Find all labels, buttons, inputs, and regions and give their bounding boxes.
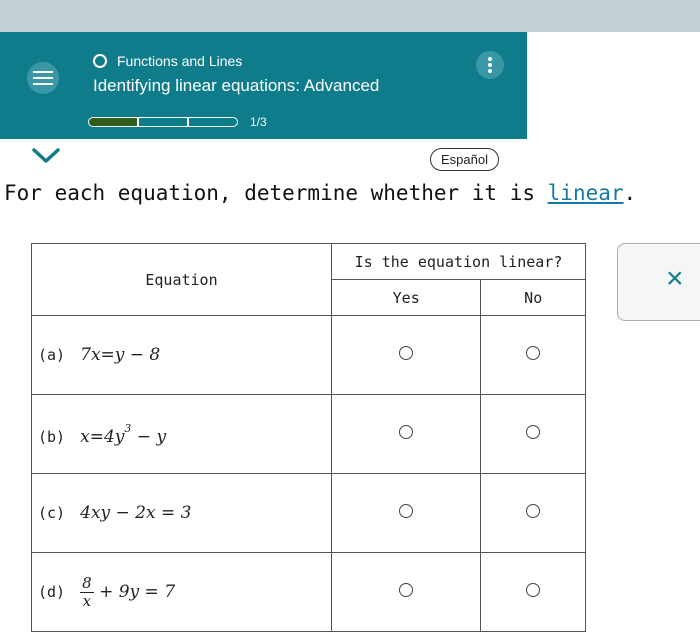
progress-bar: 1/3 [88,115,267,129]
circle-icon [93,54,107,68]
progress-segment-1 [88,117,138,127]
question-text: For each equation, determine whether it … [4,181,636,205]
linear-link[interactable]: linear [548,181,624,205]
radio-no[interactable] [526,583,541,597]
topic-row: Functions and Lines [93,53,242,69]
radio-no[interactable] [526,504,541,518]
progress-segment-3 [188,117,238,127]
radio-no[interactable] [526,346,541,360]
eq-coef: 4y [103,426,125,447]
row-b-no [480,394,586,474]
question-suffix: . [623,181,637,205]
progress-text: 1/3 [250,115,267,129]
row-label: (a) [38,346,66,364]
fraction-numerator: 8 [80,573,94,593]
eq-lhs: 7x [80,345,101,365]
eq-rest: − y [131,426,167,447]
top-strip [0,0,700,32]
radio-yes[interactable] [399,504,414,518]
radio-yes[interactable] [399,346,414,360]
equation: x=4y3 − y [80,421,167,447]
topic-label: Functions and Lines [117,53,243,69]
hamburger-icon[interactable] [27,62,59,94]
header-bar: Functions and Lines Identifying linear e… [0,32,527,139]
table-row: (b) x=4y3 − y [31,394,586,474]
yes-header: Yes [330,279,482,316]
close-icon: × [666,262,684,295]
close-button[interactable]: × [617,243,700,321]
row-b-yes [330,394,482,474]
row-b-equation: (b) x=4y3 − y [31,394,332,474]
row-d-no [480,552,586,632]
no-header: No [480,279,586,316]
row-c-yes [330,473,482,553]
progress-segment-2 [138,117,188,127]
eq-lhs: x [80,426,90,447]
equation-header: Equation [31,243,332,316]
equation: 8x + 9y = 7 [80,574,176,609]
eq-rhs: y − 8 [114,345,161,365]
eq-rest: + 9y = 7 [99,581,176,602]
radio-no[interactable] [526,425,541,439]
row-d-equation: (d) 8x + 9y = 7 [31,552,332,632]
table-row: (a) 7x=y − 8 [31,315,586,395]
fraction-denominator: x [82,591,92,610]
row-label: (c) [38,504,66,522]
equation: 7x=y − 8 [80,345,161,365]
row-c-no [480,473,586,553]
row-label: (d) [38,582,66,601]
row-a-equation: (a) 7x=y − 8 [31,315,332,395]
equation-table: Equation Is the equation linear? Yes No … [31,243,586,632]
page-title: Identifying linear equations: Advanced [93,76,380,95]
row-label: (b) [38,427,66,446]
row-c-equation: (c) 4xy − 2x = 3 [31,473,332,553]
table-row: (d) 8x + 9y = 7 [31,552,586,632]
chevron-down-icon[interactable] [28,145,64,167]
row-a-yes [330,315,482,395]
radio-yes[interactable] [399,583,414,597]
linear-header: Is the equation linear? [331,243,586,280]
kebab-icon[interactable] [476,51,504,79]
radio-yes[interactable] [399,425,414,439]
table-row: (c) 4xy − 2x = 3 [31,473,586,553]
fraction: 8x [80,573,94,610]
row-a-no [480,315,586,395]
equation: 4xy − 2x = 3 [80,503,192,523]
question-prefix: For each equation, determine whether it … [4,181,548,205]
row-d-yes [330,552,482,632]
language-button[interactable]: Español [430,148,499,171]
